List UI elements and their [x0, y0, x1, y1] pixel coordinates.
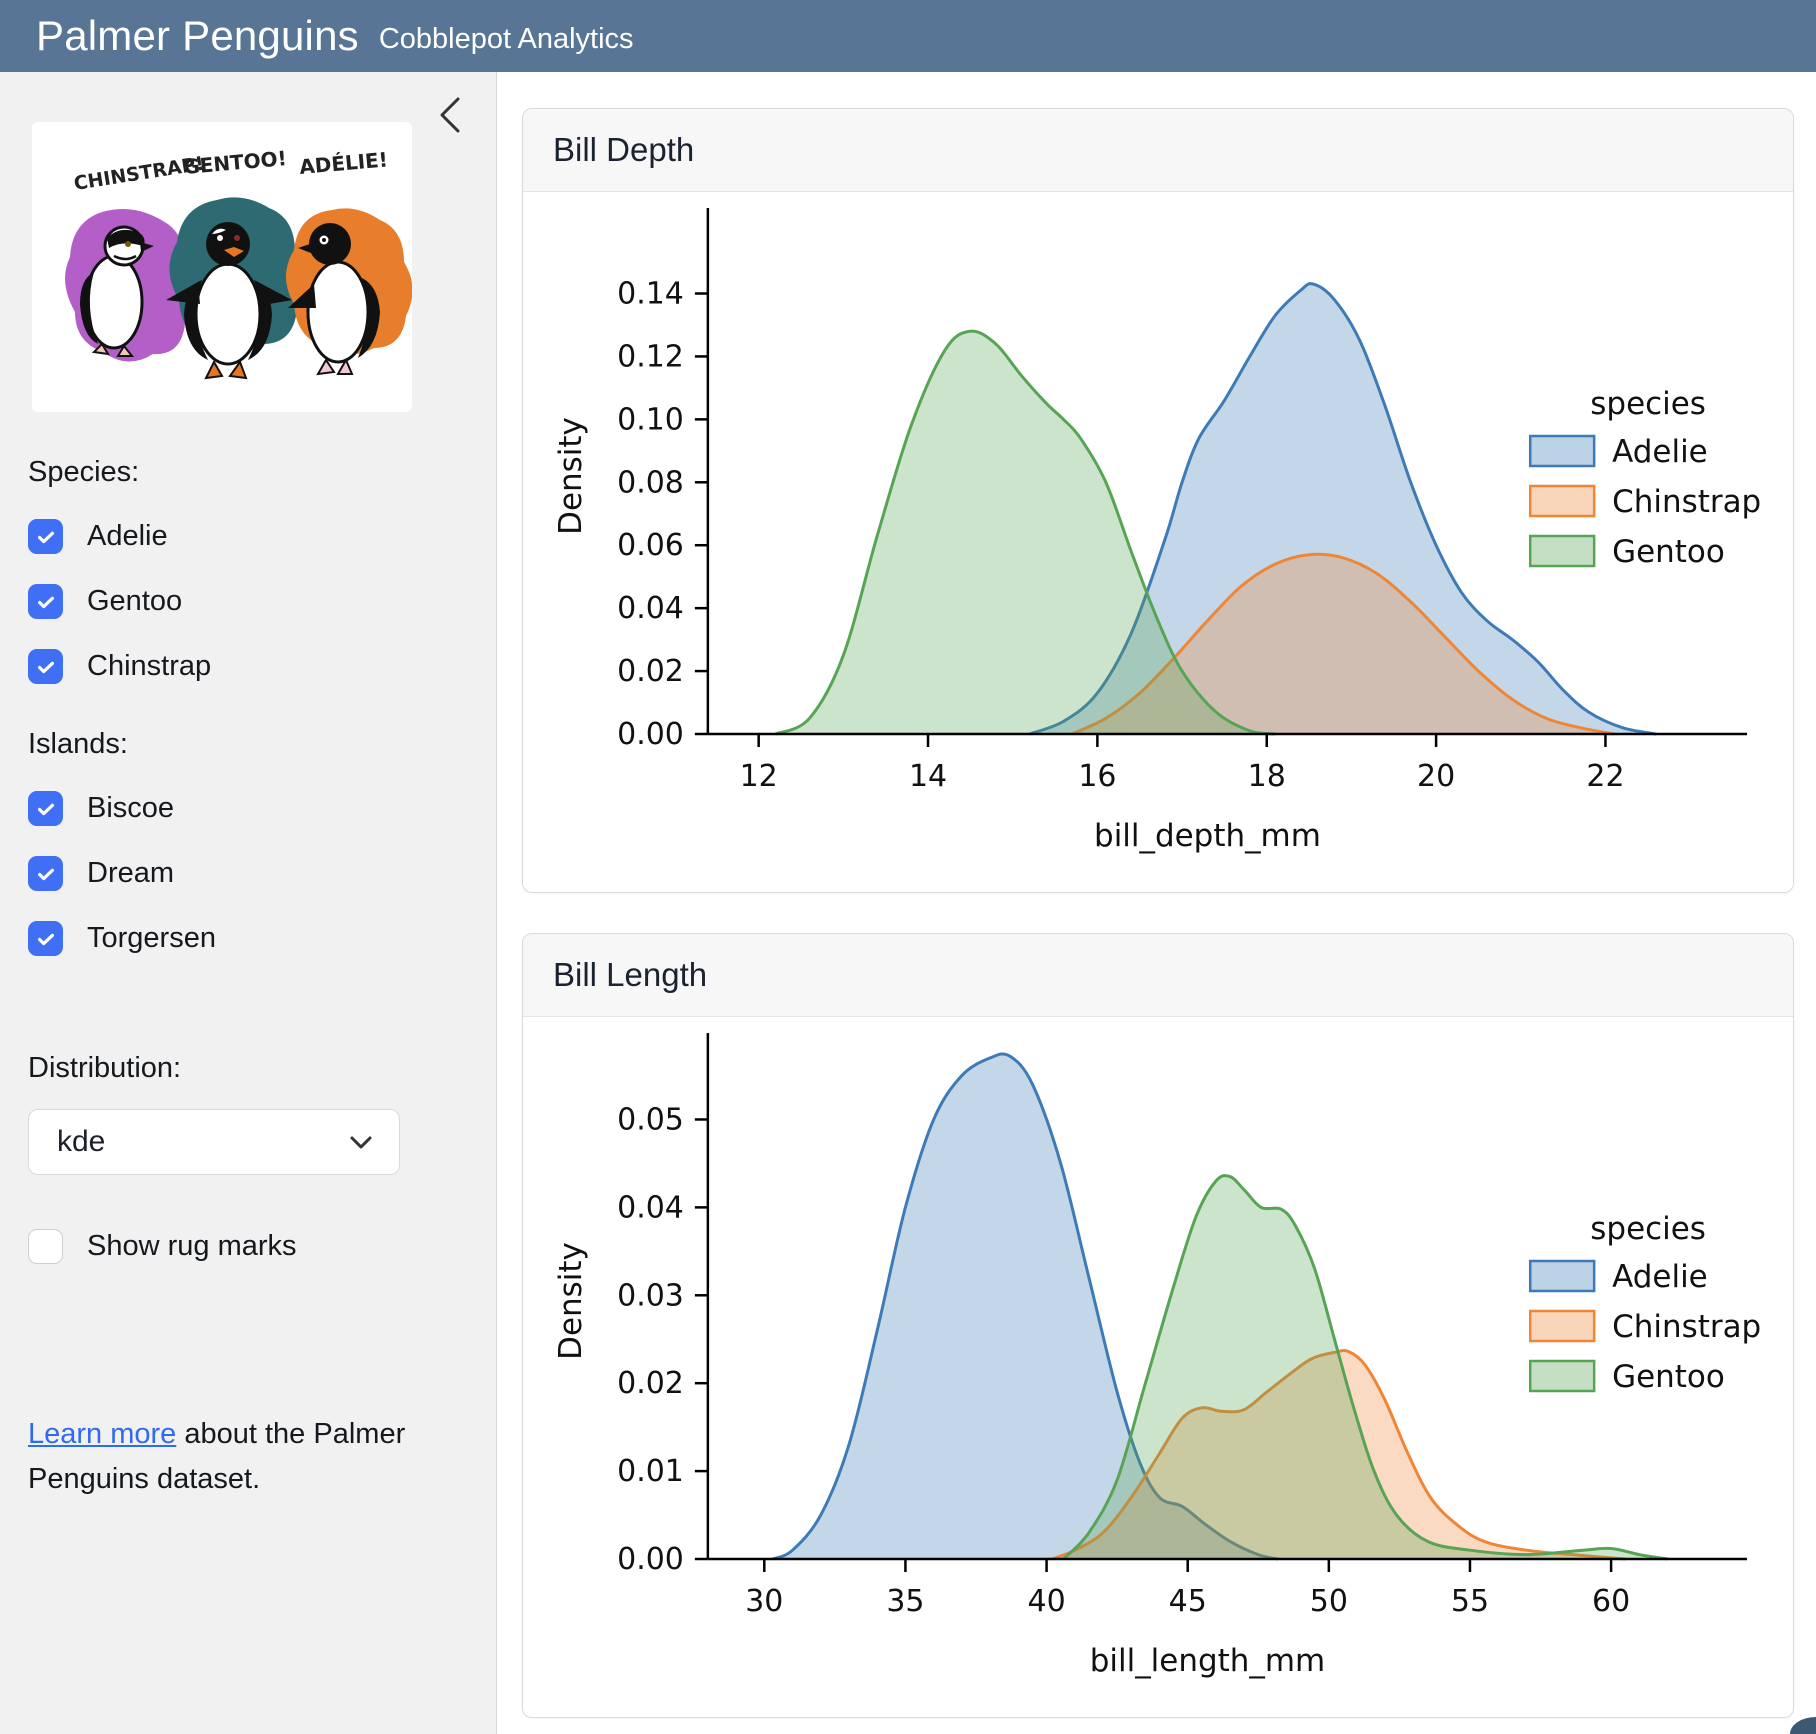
checkbox-checked-icon: [28, 649, 63, 684]
penguin-artwork-image: CHINSTRAP! GENTOO!: [32, 122, 412, 412]
svg-text:GENTOO!: GENTOO!: [182, 146, 287, 179]
svg-text:0.01: 0.01: [617, 1454, 684, 1489]
species-checkbox-gentoo[interactable]: Gentoo: [28, 584, 468, 619]
bill-length-card-title: Bill Length: [523, 934, 1793, 1017]
svg-text:12: 12: [740, 759, 778, 794]
svg-text:ADÉLIE!: ADÉLIE!: [298, 147, 388, 179]
svg-text:40: 40: [1028, 1584, 1066, 1619]
svg-text:55: 55: [1451, 1584, 1489, 1619]
svg-text:0.04: 0.04: [617, 1190, 684, 1225]
checkbox-checked-icon: [28, 921, 63, 956]
svg-text:0.03: 0.03: [617, 1278, 684, 1313]
svg-text:0.05: 0.05: [617, 1102, 684, 1137]
svg-text:Chinstrap: Chinstrap: [1612, 484, 1761, 520]
bill-depth-card-title: Bill Depth: [523, 109, 1793, 192]
svg-text:0.04: 0.04: [617, 591, 684, 626]
svg-text:60: 60: [1592, 1584, 1630, 1619]
checkbox-unchecked-icon: [28, 1229, 63, 1264]
island-checkbox-torgersen[interactable]: Torgersen: [28, 921, 468, 956]
sidebar: CHINSTRAP! GENTOO!: [0, 72, 497, 1734]
adelie-penguin-illustration: ADÉLIE!: [286, 147, 412, 374]
svg-text:species: species: [1590, 1211, 1706, 1247]
app-title: Palmer Penguins: [36, 12, 359, 60]
bill-length-card: Bill Length 30 35 40 45 50 55 60 0.00 0.01 0.02 0.…: [522, 933, 1794, 1718]
svg-text:0.06: 0.06: [617, 528, 684, 563]
svg-text:Gentoo: Gentoo: [1612, 1359, 1725, 1395]
island-checkbox-biscoe[interactable]: Biscoe: [28, 791, 468, 826]
svg-text:Adelie: Adelie: [1612, 434, 1708, 470]
species-checkbox-adelie[interactable]: Adelie: [28, 519, 468, 554]
species-section-label: Species:: [28, 456, 468, 489]
svg-text:16: 16: [1078, 759, 1116, 794]
app-subtitle: Cobblepot Analytics: [379, 23, 634, 56]
chevron-down-icon: [346, 1129, 376, 1160]
species-checkbox-chinstrap[interactable]: Chinstrap: [28, 649, 468, 684]
app-header: Palmer Penguins Cobblepot Analytics: [0, 0, 1816, 72]
svg-text:Gentoo: Gentoo: [1612, 534, 1725, 570]
learn-more-paragraph: Learn more about the Palmer Penguins dat…: [28, 1412, 428, 1502]
svg-text:45: 45: [1169, 1584, 1207, 1619]
sidebar-collapse-button[interactable]: [430, 94, 470, 138]
svg-text:30: 30: [745, 1584, 783, 1619]
checkbox-label: Torgersen: [87, 922, 216, 955]
svg-text:0.14: 0.14: [617, 277, 684, 312]
svg-text:20: 20: [1417, 759, 1455, 794]
bill-length-plot: 30 35 40 45 50 55 60 0.00 0.01 0.02 0.03 0.04 0.05 bi…: [523, 1017, 1793, 1717]
checkbox-label: Dream: [87, 857, 174, 890]
svg-text:0.10: 0.10: [617, 402, 684, 437]
checkbox-label: Gentoo: [87, 585, 182, 618]
svg-text:species: species: [1590, 386, 1706, 422]
distribution-selected-value: kde: [57, 1125, 105, 1159]
svg-text:18: 18: [1248, 759, 1286, 794]
svg-text:0.02: 0.02: [617, 654, 684, 689]
checkbox-label: Show rug marks: [87, 1230, 297, 1263]
checkbox-checked-icon: [28, 856, 63, 891]
bill-depth-card: Bill Depth 12 14 16 18 20 22 0.00 0.02 0.04 0.06 0…: [522, 108, 1794, 893]
chevron-left-icon: [437, 123, 463, 138]
svg-text:Density: Density: [553, 1242, 589, 1360]
svg-text:0.00: 0.00: [617, 1542, 684, 1577]
island-checkbox-dream[interactable]: Dream: [28, 856, 468, 891]
svg-text:Adelie: Adelie: [1612, 1259, 1708, 1295]
svg-text:bill_depth_mm: bill_depth_mm: [1094, 818, 1321, 854]
distribution-select[interactable]: kde: [28, 1109, 400, 1175]
main-content: Bill Depth 12 14 16 18 20 22 0.00 0.02 0.04 0.06 0…: [497, 72, 1816, 1734]
svg-text:Chinstrap: Chinstrap: [1612, 1309, 1761, 1345]
show-rug-marks-checkbox[interactable]: Show rug marks: [28, 1229, 468, 1264]
svg-text:0.08: 0.08: [617, 465, 684, 500]
svg-text:0.02: 0.02: [617, 1366, 684, 1401]
checkbox-label: Biscoe: [87, 792, 174, 825]
bill-depth-plot: 12 14 16 18 20 22 0.00 0.02 0.04 0.06 0.08 0.10 0.12…: [523, 192, 1793, 892]
checkbox-checked-icon: [28, 791, 63, 826]
svg-text:35: 35: [886, 1584, 924, 1619]
svg-text:14: 14: [909, 759, 947, 794]
svg-text:bill_length_mm: bill_length_mm: [1090, 1643, 1325, 1679]
corner-accent: [1790, 1717, 1816, 1734]
checkbox-label: Chinstrap: [87, 650, 211, 683]
svg-text:50: 50: [1310, 1584, 1348, 1619]
svg-text:22: 22: [1586, 759, 1624, 794]
checkbox-label: Adelie: [87, 520, 168, 553]
svg-text:Density: Density: [553, 417, 589, 535]
islands-section-label: Islands:: [28, 728, 468, 761]
learn-more-link[interactable]: Learn more: [28, 1418, 176, 1450]
gentoo-penguin-illustration: GENTOO!: [166, 146, 304, 378]
svg-text:0.00: 0.00: [617, 717, 684, 752]
checkbox-checked-icon: [28, 584, 63, 619]
distribution-section-label: Distribution:: [28, 1052, 468, 1085]
checkbox-checked-icon: [28, 519, 63, 554]
svg-text:0.12: 0.12: [617, 339, 684, 374]
